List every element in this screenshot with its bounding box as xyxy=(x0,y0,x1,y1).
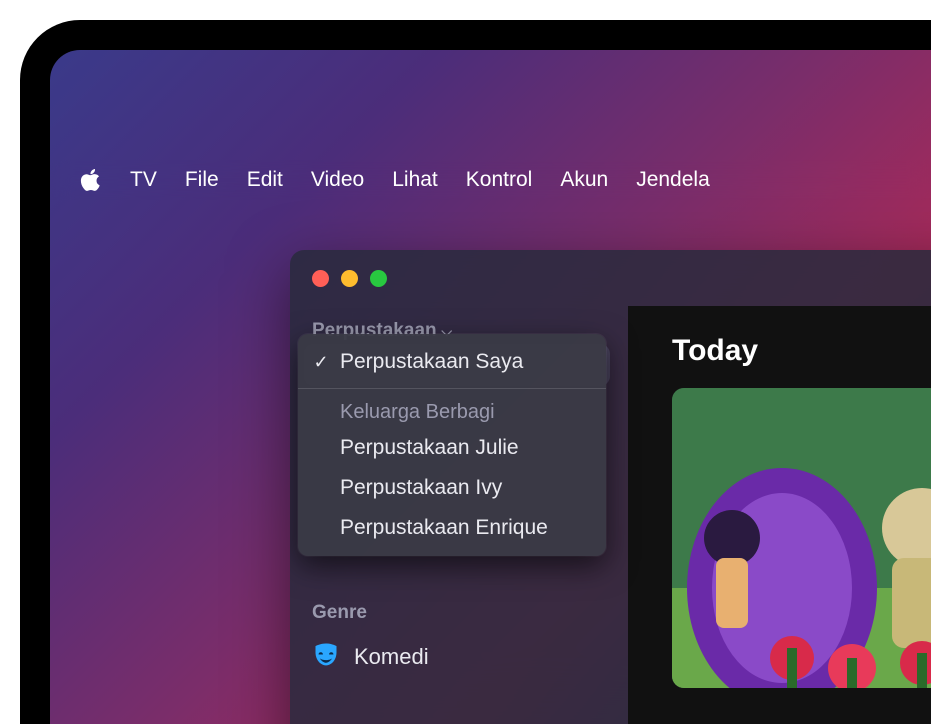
minimize-button[interactable] xyxy=(341,270,358,287)
menu-item-tv[interactable]: TV xyxy=(130,168,157,192)
menubar: TV File Edit Video Lihat Kontrol Akun Je… xyxy=(50,160,931,200)
page-title: Today xyxy=(628,334,931,368)
dropdown-item-julie[interactable]: Perpustakaan Julie xyxy=(298,428,606,468)
desktop-screen: TV File Edit Video Lihat Kontrol Akun Je… xyxy=(50,50,931,724)
dropdown-item-label: Perpustakaan Ivy xyxy=(340,476,502,500)
dropdown-item-label: Perpustakaan Julie xyxy=(340,436,519,460)
dropdown-item-my-library[interactable]: ✓ Perpustakaan Saya xyxy=(298,342,606,382)
close-button[interactable] xyxy=(312,270,329,287)
window-titlebar xyxy=(290,250,931,306)
menu-item-file[interactable]: File xyxy=(185,168,219,192)
menu-item-edit[interactable]: Edit xyxy=(247,168,283,192)
dropdown-item-label: Perpustakaan Saya xyxy=(340,350,523,374)
sidebar-item-komedi[interactable]: Komedi xyxy=(312,634,429,680)
checkmark-icon: ✓ xyxy=(310,352,332,373)
comedy-mask-icon xyxy=(312,640,340,674)
genre-label: Genre xyxy=(312,602,429,624)
menu-item-lihat[interactable]: Lihat xyxy=(392,168,438,192)
dropdown-divider xyxy=(298,388,606,389)
dropdown-item-enrique[interactable]: Perpustakaan Enrique xyxy=(298,508,606,548)
sidebar: Perpustakaan ⌵ ✓ Perpustakaan Saya Kelua… xyxy=(290,306,628,724)
app-window: Perpustakaan ⌵ ✓ Perpustakaan Saya Kelua… xyxy=(290,250,931,724)
traffic-lights xyxy=(312,270,387,287)
featured-thumbnail[interactable] xyxy=(672,388,931,688)
menu-item-kontrol[interactable]: Kontrol xyxy=(466,168,533,192)
library-dropdown-menu: ✓ Perpustakaan Saya Keluarga Berbagi Per… xyxy=(298,334,606,556)
main-content: Today xyxy=(628,306,931,724)
menu-item-jendela[interactable]: Jendela xyxy=(636,168,710,192)
menu-item-akun[interactable]: Akun xyxy=(560,168,608,192)
dropdown-item-label: Perpustakaan Enrique xyxy=(340,516,548,540)
device-frame: TV File Edit Video Lihat Kontrol Akun Je… xyxy=(0,0,931,724)
fullscreen-button[interactable] xyxy=(370,270,387,287)
genre-item-label: Komedi xyxy=(354,644,429,670)
dropdown-item-ivy[interactable]: Perpustakaan Ivy xyxy=(298,468,606,508)
menu-item-video[interactable]: Video xyxy=(311,168,364,192)
dropdown-section-family: Keluarga Berbagi xyxy=(298,395,606,428)
device-bezel: TV File Edit Video Lihat Kontrol Akun Je… xyxy=(20,20,931,724)
apple-logo-icon[interactable] xyxy=(80,167,102,193)
genre-section: Genre Komedi xyxy=(290,602,451,680)
